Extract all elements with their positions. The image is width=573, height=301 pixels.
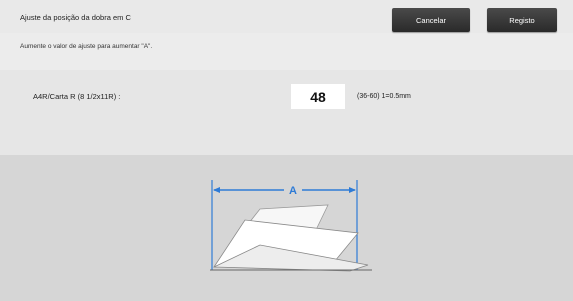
fold-adjust-panel: Ajuste da posição da dobra em C Cancelar… [0,0,573,301]
illustration-area: A [0,155,573,301]
paper-size-label: A4R/Carta R (8 1/2x11R) : [33,92,121,101]
dimension-label: A [289,185,297,197]
setting-row-a4r: A4R/Carta R (8 1/2x11R) : 48 (36-60) 1=0… [0,70,573,155]
page-title: Ajuste da posição da dobra em C [20,13,131,22]
dimension-arrow-right-icon [349,187,356,193]
c-fold-diagram: A [210,180,372,272]
value-range-info: (36-60) 1=0.5mm [357,93,411,100]
adjust-value-field[interactable]: 48 [291,84,345,109]
dimension-arrow-left-icon [213,187,220,193]
adjust-hint: Aumente o valor de ajuste para aumentar … [20,43,153,50]
register-button[interactable]: Registo [487,8,557,32]
header-bar: Ajuste da posição da dobra em C Cancelar… [0,0,573,33]
cancel-button[interactable]: Cancelar [392,8,470,32]
